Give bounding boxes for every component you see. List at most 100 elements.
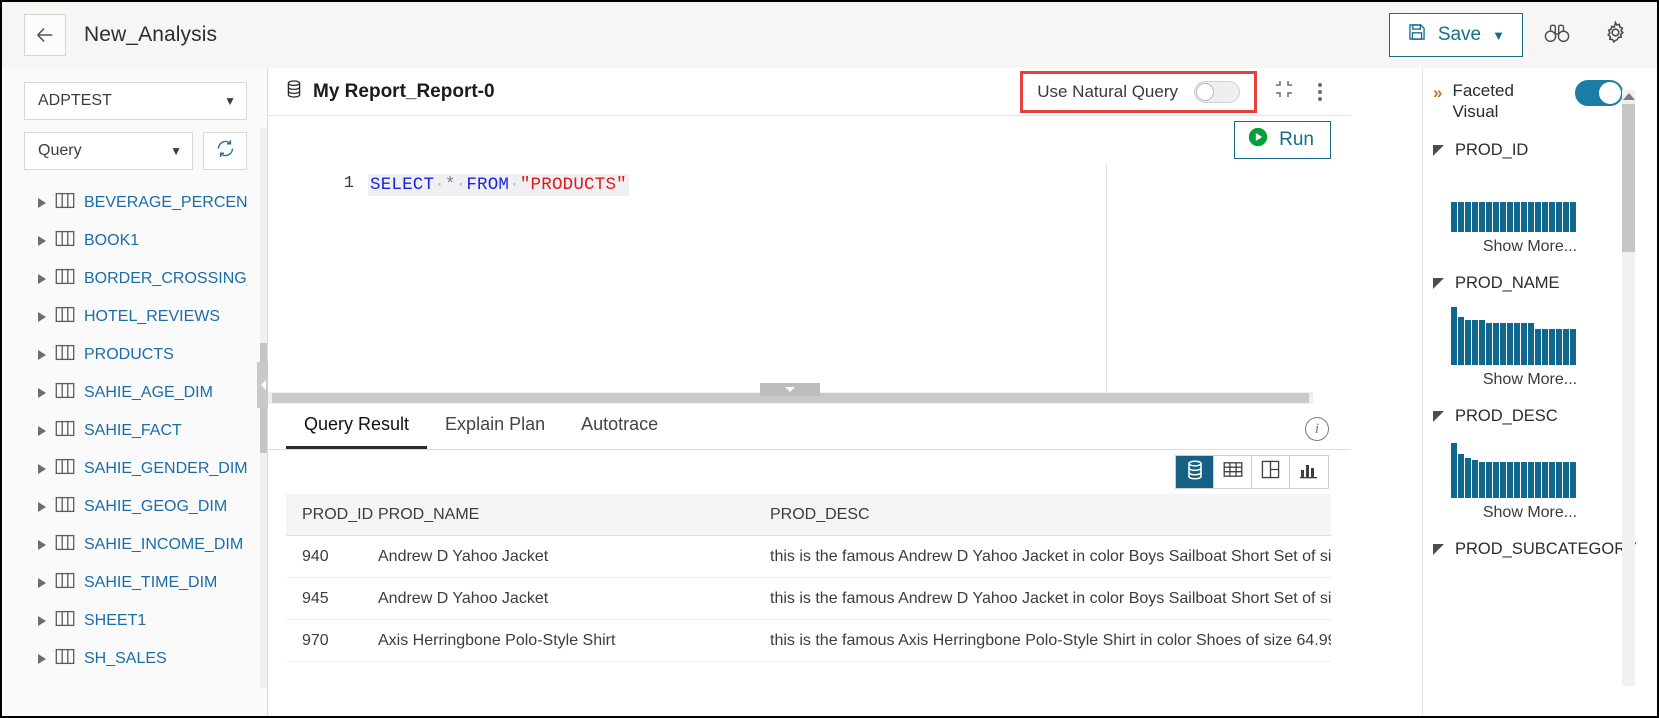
table-row[interactable]: 940Andrew D Yahoo Jacketthis is the famo…	[286, 536, 1331, 578]
facets-scroll-up-button[interactable]	[1623, 90, 1634, 102]
info-icon[interactable]: i	[1305, 417, 1329, 441]
facet-group: PROD_DESC Show More...	[1433, 407, 1627, 522]
split-view-button[interactable]	[1252, 456, 1290, 488]
facet-name: PROD_ID	[1455, 141, 1528, 160]
expand-arrow-icon[interactable]	[38, 654, 46, 664]
tree-item[interactable]: SH_SALES	[24, 640, 247, 678]
database-view-button[interactable]	[1176, 456, 1214, 488]
tree-item[interactable]: BOOK1	[24, 222, 247, 260]
tree-item[interactable]: SAHIE_INCOME_DIM	[24, 526, 247, 564]
show-more-link[interactable]: Show More...	[1433, 238, 1627, 256]
facet-histogram[interactable]	[1451, 440, 1627, 498]
sql-code-body[interactable]: SELECT·*·FROM·"PRODUCTS"	[368, 164, 1337, 400]
sql-token-whitespace: ·	[434, 175, 445, 195]
tab-autotrace[interactable]: Autotrace	[563, 414, 676, 449]
collapse-triangle-icon[interactable]	[1433, 145, 1444, 156]
sql-token-whitespace: ·	[456, 175, 467, 195]
gear-icon	[1603, 20, 1628, 50]
expand-arrow-icon[interactable]	[38, 426, 46, 436]
facet-histogram[interactable]	[1451, 307, 1627, 365]
column-header[interactable]: PROD_NAME	[378, 506, 770, 524]
facet-title[interactable]: PROD_NAME	[1433, 274, 1627, 293]
table-cell: this is the famous Andrew D Yahoo Jacket…	[770, 548, 1331, 566]
collapse-button[interactable]	[1269, 77, 1299, 107]
facet-title[interactable]: PROD_ID	[1433, 141, 1627, 160]
collapse-triangle-icon[interactable]	[1433, 411, 1444, 422]
expand-arrow-icon[interactable]	[38, 388, 46, 398]
expand-arrow-icon[interactable]	[38, 350, 46, 360]
expand-arrow-icon[interactable]	[38, 578, 46, 588]
table-icon	[55, 610, 75, 632]
object-type-row: Query ▼	[24, 132, 247, 170]
facet-histogram[interactable]	[1451, 174, 1627, 232]
connection-select-value: ADPTEST	[38, 92, 112, 110]
faceted-visual-toggle[interactable]	[1575, 80, 1623, 106]
show-more-link[interactable]: Show More...	[1433, 371, 1627, 389]
expand-arrow-icon[interactable]	[38, 540, 46, 550]
column-header[interactable]: PROD_ID	[286, 506, 378, 524]
grid-view-button[interactable]	[1214, 456, 1252, 488]
show-more-link[interactable]: Show More...	[1433, 504, 1627, 522]
expand-arrow-icon[interactable]	[38, 312, 46, 322]
run-button[interactable]: Run	[1234, 121, 1331, 159]
use-natural-query-toggle[interactable]	[1194, 81, 1240, 103]
expand-arrow-icon[interactable]	[38, 236, 46, 246]
use-natural-query-control[interactable]: Use Natural Query	[1020, 71, 1257, 113]
sql-code-area[interactable]: 1 SELECT·*·FROM·"PRODUCTS"	[268, 164, 1337, 400]
sql-editor[interactable]: 1 SELECT·*·FROM·"PRODUCTS"	[268, 164, 1311, 404]
back-button[interactable]	[24, 14, 66, 56]
tree-item[interactable]: SHEET1	[24, 602, 247, 640]
tree-item[interactable]: SAHIE_GENDER_DIM	[24, 450, 247, 488]
tree-item-label: SAHIE_GENDER_DIM	[84, 460, 247, 478]
tree-item[interactable]: PRODUCTS	[24, 336, 247, 374]
tab-explain-plan[interactable]: Explain Plan	[427, 414, 563, 449]
tree-item[interactable]: SAHIE_GEOG_DIM	[24, 488, 247, 526]
editor-gutter: 1	[268, 164, 368, 400]
refresh-button[interactable]	[203, 132, 247, 170]
column-header[interactable]: PROD_DESC	[770, 506, 1331, 524]
facets-scrollbar-thumb[interactable]	[1622, 104, 1635, 252]
table-icon	[55, 458, 75, 480]
expand-arrow-icon[interactable]	[38, 502, 46, 512]
connection-select[interactable]: ADPTEST ▼	[24, 82, 247, 120]
collapse-triangle-icon[interactable]	[1433, 544, 1444, 555]
tree-item[interactable]: SAHIE_FACT	[24, 412, 247, 450]
faceted-visual-label: Faceted Visual	[1452, 80, 1513, 123]
arrow-left-icon	[34, 24, 56, 46]
line-number: 1	[344, 174, 354, 193]
report-header-actions: Use Natural Query	[1020, 71, 1335, 113]
tree-item-label: SAHIE_INCOME_DIM	[84, 536, 243, 554]
expand-arrow-icon[interactable]	[38, 616, 46, 626]
result-view-toolbar	[268, 450, 1351, 494]
tree-item[interactable]: HOTEL_REVIEWS	[24, 298, 247, 336]
report-more-button[interactable]	[1305, 77, 1335, 107]
object-tree: BEVERAGE_PERCENTABOOK1BORDER_CROSSING_HO…	[24, 184, 247, 678]
more-vertical-icon	[1318, 83, 1322, 101]
expand-arrow-icon[interactable]	[38, 198, 46, 208]
database-icon	[1186, 460, 1204, 485]
settings-button[interactable]	[1591, 11, 1639, 59]
facet-title[interactable]: PROD_DESC	[1433, 407, 1627, 426]
chart-view-button[interactable]	[1290, 456, 1328, 488]
facet-title[interactable]: PROD_SUBCATEGORY	[1433, 540, 1627, 559]
binoculars-icon-button[interactable]	[1533, 11, 1581, 59]
tree-item[interactable]: BORDER_CROSSING_	[24, 260, 247, 298]
table-row[interactable]: 970Axis Herringbone Polo-Style Shirtthis…	[286, 620, 1331, 662]
faceted-visual-header: » Faceted Visual	[1433, 80, 1627, 123]
editor-margin-line	[1106, 164, 1107, 400]
expand-arrow-icon[interactable]	[38, 464, 46, 474]
object-type-select[interactable]: Query ▼	[24, 132, 193, 170]
expand-arrow-icon[interactable]	[38, 274, 46, 284]
editor-resize-grip[interactable]	[760, 383, 820, 396]
table-row[interactable]: 945Andrew D Yahoo Jacketthis is the famo…	[286, 578, 1331, 620]
sql-line-1[interactable]: SELECT·*·FROM·"PRODUCTS"	[368, 174, 629, 196]
bar-chart-icon	[1299, 461, 1319, 484]
tab-query-result[interactable]: Query Result	[286, 414, 427, 449]
collapse-triangle-icon[interactable]	[1433, 278, 1444, 289]
chevrons-right-icon[interactable]: »	[1433, 80, 1440, 103]
save-button[interactable]: Save ▼	[1389, 13, 1523, 57]
faceted-visual-panel: » Faceted Visual PROD_IDShow More...PROD…	[1422, 68, 1637, 718]
tree-item[interactable]: SAHIE_TIME_DIM	[24, 564, 247, 602]
tree-item[interactable]: SAHIE_AGE_DIM	[24, 374, 247, 412]
tree-item[interactable]: BEVERAGE_PERCENTA	[24, 184, 247, 222]
